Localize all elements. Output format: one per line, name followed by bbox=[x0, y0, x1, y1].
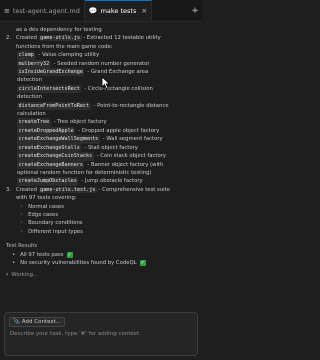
mouse-pointer-icon bbox=[101, 76, 111, 90]
function-row: createTree - Tree object factory bbox=[17, 118, 197, 127]
tab-make-tests[interactable]: 💬 make tests × bbox=[84, 0, 153, 21]
function-desc: - Stall object factory bbox=[84, 144, 138, 151]
function-desc: - Jump obstacle factory bbox=[81, 178, 143, 185]
bullet: ◦ bbox=[20, 203, 24, 210]
chat-input[interactable] bbox=[10, 331, 190, 337]
text-created: Created bbox=[16, 35, 37, 42]
function-list: clamp - Value clamping utility mulberry32… bbox=[6, 51, 197, 186]
function-code[interactable]: createExchangeWallSegments bbox=[17, 135, 100, 144]
function-code[interactable]: distanceFromPointToRect bbox=[17, 101, 91, 111]
bullet: ◦ bbox=[20, 228, 24, 235]
function-row: distanceFromPointToRect - Point-to-recta… bbox=[17, 101, 197, 111]
bullet: • bbox=[12, 259, 16, 266]
function-row: mulberry32 - Seeded random number genera… bbox=[17, 59, 197, 69]
function-desc: - Point-to-rectangle distance bbox=[93, 102, 169, 109]
function-desc: - Seeded random number generator bbox=[53, 60, 150, 67]
coverage-item: ◦ Edge cases bbox=[6, 211, 197, 219]
tab-spacer bbox=[152, 0, 188, 21]
function-desc: - Wall segment factory bbox=[102, 136, 163, 143]
function-row: detection bbox=[17, 93, 197, 101]
list-continuation: functions from the main game code: bbox=[16, 43, 113, 50]
function-desc: - Grand Exchange area bbox=[87, 69, 149, 76]
test-results-label: Test Results bbox=[6, 243, 38, 250]
bullet: ◦ bbox=[20, 211, 24, 218]
function-desc: - Circle-rectangle collision bbox=[84, 85, 153, 92]
coverage-item: ◦ Normal cases bbox=[6, 203, 197, 211]
text-created: Created bbox=[16, 186, 37, 193]
result-row: • No security vulnerabilities found by C… bbox=[6, 259, 197, 267]
text-desc: - Comprehensive test suite bbox=[96, 186, 170, 193]
checkmark-icon: ✓ bbox=[66, 251, 73, 258]
function-desc: optional random function for determinist… bbox=[17, 169, 152, 176]
function-code[interactable]: createJumpObstacles bbox=[17, 177, 79, 186]
add-context-label: Add Context... bbox=[21, 319, 62, 325]
function-code[interactable]: mulberry32 bbox=[17, 59, 51, 69]
function-desc: - Dropped apple object factory bbox=[78, 127, 160, 134]
working-status: › Working... bbox=[6, 271, 197, 279]
new-tab-plus-icon[interactable]: + bbox=[188, 0, 202, 21]
list-number: 2. bbox=[6, 35, 12, 42]
function-desc: detection bbox=[17, 94, 43, 101]
function-desc: calculation bbox=[17, 111, 46, 118]
coverage-text: Normal cases bbox=[28, 203, 64, 210]
bullet: ◦ bbox=[20, 220, 24, 227]
editor-tab-bar: ≡ test-agent.agent.md 💬 make tests × + bbox=[0, 0, 202, 22]
list-continuation: with 97 tests covering: bbox=[16, 195, 77, 202]
function-desc: - Value clamping utility bbox=[38, 52, 100, 59]
function-row: optional random function for determinist… bbox=[17, 169, 197, 177]
coverage-list: ◦ Normal cases ◦ Edge cases ◦ Boundary condit… bbox=[6, 203, 197, 237]
function-code[interactable]: createTree bbox=[17, 118, 51, 127]
paperclip-icon: 📎 bbox=[13, 319, 20, 325]
chevron-right-icon: › bbox=[6, 271, 9, 279]
coverage-text: Boundary conditions bbox=[28, 220, 83, 227]
markdown-icon: ≡ bbox=[4, 6, 10, 15]
coverage-text: Edge cases bbox=[28, 211, 59, 218]
list-text: Created game-utils.test.js - Comprehensi… bbox=[16, 186, 197, 194]
list-item: 3. Created game-utils.test.js - Comprehe… bbox=[6, 186, 197, 194]
function-row: createDroppedApple - Dropped apple objec… bbox=[17, 126, 197, 136]
working-label: Working... bbox=[11, 272, 39, 279]
coverage-text: Different input types bbox=[28, 228, 83, 235]
close-icon[interactable]: × bbox=[141, 7, 147, 15]
coverage-item: ◦ Different input types bbox=[6, 228, 197, 236]
chat-response: as a dev dependency for testing 2. Creat… bbox=[0, 22, 202, 312]
function-code[interactable]: createDroppedApple bbox=[17, 126, 76, 136]
result-text: No security vulnerabilities found by Cod… bbox=[20, 259, 137, 266]
function-code[interactable]: createExchangeStalls bbox=[17, 143, 82, 153]
file-code[interactable]: game-utils.test.js bbox=[38, 186, 97, 193]
function-row: calculation bbox=[17, 110, 197, 118]
function-desc: - Banner object factory (with bbox=[87, 161, 164, 168]
tab-test-agent[interactable]: ≡ test-agent.agent.md bbox=[0, 0, 85, 21]
add-context-button[interactable]: 📎 Add Context... bbox=[9, 317, 66, 327]
function-code[interactable]: isInsideGrandExchange bbox=[17, 68, 85, 77]
result-text: All 97 tests pass bbox=[20, 251, 64, 258]
function-code[interactable]: clamp bbox=[17, 51, 36, 60]
function-desc: - Coin stack object factory bbox=[96, 153, 167, 160]
function-row: createExchangeCoinStacks - Coin stack ob… bbox=[17, 152, 197, 161]
function-code[interactable]: createExchangeBanners bbox=[17, 160, 85, 169]
tab-label: make tests bbox=[100, 7, 137, 15]
intro-line: as a dev dependency for testing bbox=[16, 27, 102, 33]
function-row: createExchangeWallSegments - Wall segmen… bbox=[17, 135, 197, 144]
function-desc: - Tree object factory bbox=[53, 119, 107, 126]
function-code[interactable]: circleIntersectsRect bbox=[17, 84, 82, 94]
chat-icon: 💬 bbox=[88, 7, 98, 15]
coverage-item: ◦ Boundary conditions bbox=[6, 219, 197, 227]
function-desc: detection bbox=[17, 77, 43, 84]
function-row: createExchangeBanners - Banner object fa… bbox=[17, 160, 197, 169]
checkmark-icon: ✓ bbox=[139, 260, 146, 267]
file-code[interactable]: game-utils.js bbox=[38, 35, 82, 42]
result-row: • All 97 tests pass ✓ bbox=[6, 251, 197, 259]
function-code[interactable]: createExchangeCoinStacks bbox=[17, 152, 94, 161]
text-desc: - Extracted 12 testable utility bbox=[81, 35, 161, 42]
list-text: Created game-utils.js - Extracted 12 tes… bbox=[16, 34, 197, 42]
list-item: 2. Created game-utils.js - Extracted 12 … bbox=[6, 34, 197, 42]
list-number: 3. bbox=[6, 186, 12, 193]
function-row: createExchangeStalls - Stall object fact… bbox=[17, 143, 197, 153]
tab-label: test-agent.agent.md bbox=[12, 6, 80, 15]
bullet: • bbox=[12, 251, 16, 258]
chat-composer: 📎 Add Context... bbox=[4, 312, 198, 356]
function-row: createJumpObstacles - Jump obstacle fact… bbox=[17, 177, 197, 186]
function-row: clamp - Value clamping utility bbox=[17, 51, 197, 60]
